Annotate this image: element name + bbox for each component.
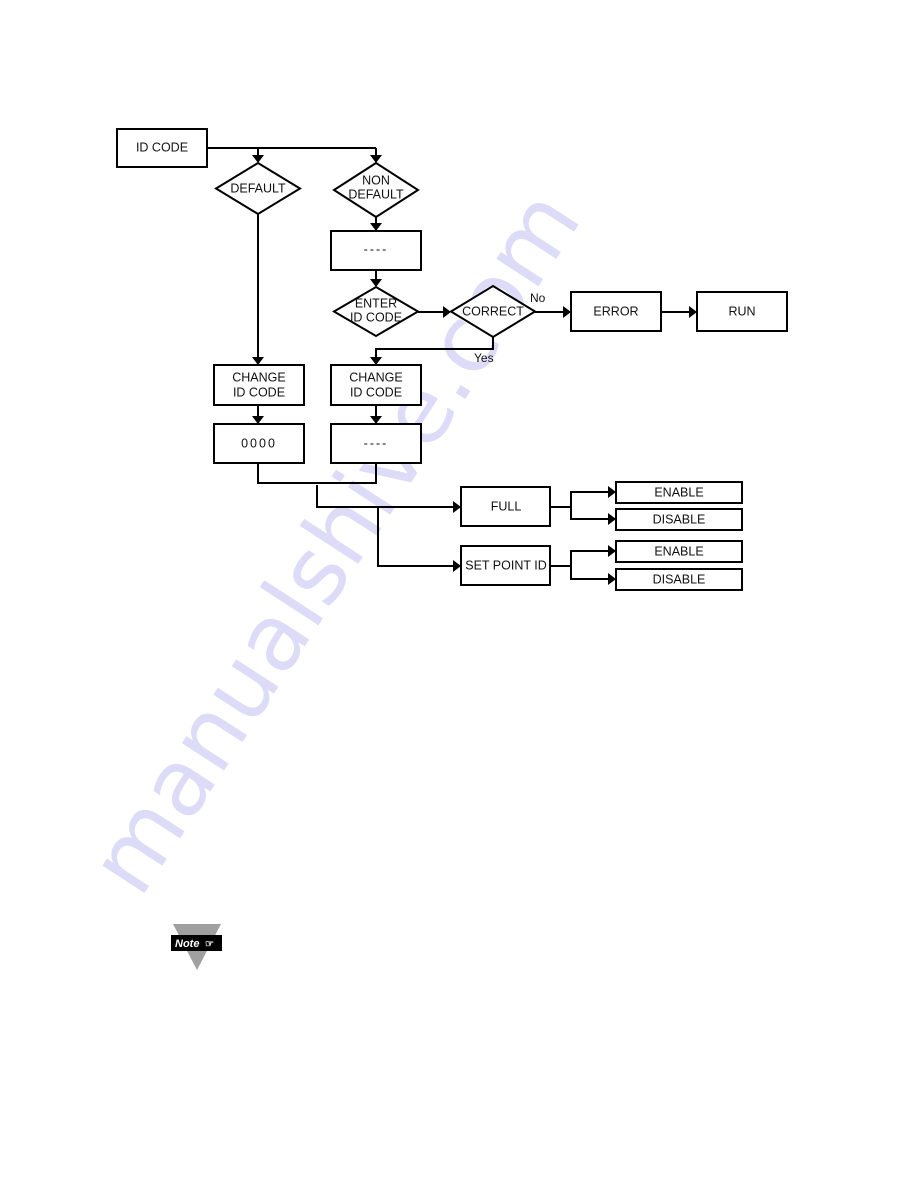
node-change-right-line2: ID CODE xyxy=(350,385,402,399)
arrow-to-spid-enable xyxy=(608,545,616,557)
node-non-default-line2: DEFAULT xyxy=(348,187,404,201)
node-spid-disable-label: DISABLE xyxy=(653,572,706,586)
node-non-default-line1: NON xyxy=(362,173,390,187)
node-id-code-label: ID CODE xyxy=(136,140,188,154)
node-enter-id-code: ENTER ID CODE xyxy=(332,285,420,338)
node-spid-enable: ENABLE xyxy=(615,540,743,563)
connector-spid-branch xyxy=(570,550,609,580)
node-change-left-line2: ID CODE xyxy=(233,385,285,399)
node-change-id-code-left: CHANGE ID CODE xyxy=(213,364,305,406)
arrow-to-change-right xyxy=(370,357,382,365)
node-correct-label: CORRECT xyxy=(462,304,524,318)
node-blank-display-2-label: ---- xyxy=(364,436,389,450)
arrow-to-blank-1 xyxy=(370,223,382,231)
flowchart-canvas: manualshive.com ID CODE DEFAULT NON DEFA… xyxy=(69,128,788,970)
arrow-to-spid-disable xyxy=(608,573,616,585)
arrow-to-enter xyxy=(370,279,382,287)
edge-label-no: No xyxy=(530,291,546,305)
arrow-to-error xyxy=(563,306,571,318)
node-full-enable-label: ENABLE xyxy=(654,485,703,499)
node-full: FULL xyxy=(460,486,551,527)
arrow-to-default xyxy=(252,155,264,163)
node-blank-display-1: ---- xyxy=(330,230,422,271)
node-spid-enable-label: ENABLE xyxy=(654,544,703,558)
node-error: ERROR xyxy=(570,291,662,332)
node-full-label: FULL xyxy=(491,499,522,513)
node-set-point-id-label: SET POINT ID xyxy=(465,558,547,572)
node-blank-display-1-label: ---- xyxy=(364,242,389,256)
arrow-to-non-default xyxy=(370,155,382,163)
arrow-to-run xyxy=(689,306,697,318)
node-full-disable: DISABLE xyxy=(615,508,743,531)
node-change-left-line1: CHANGE xyxy=(232,370,285,384)
node-change-id-code-right: CHANGE ID CODE xyxy=(330,364,422,406)
node-enter-id-code-line2: ID CODE xyxy=(350,310,402,324)
node-spid-disable: DISABLE xyxy=(615,568,743,591)
node-run: RUN xyxy=(696,291,788,332)
arrow-to-full-disable xyxy=(608,513,616,525)
connector-full-branch xyxy=(570,491,609,520)
edge-label-yes: Yes xyxy=(474,351,494,365)
node-default-label: DEFAULT xyxy=(230,181,286,195)
node-zero-display: 0000 xyxy=(213,423,305,464)
arrow-to-change-left xyxy=(252,357,264,365)
arrow-to-zero xyxy=(252,416,264,424)
node-full-enable: ENABLE xyxy=(615,481,743,504)
pointing-hand-icon: ☞ xyxy=(205,939,214,950)
arrow-to-full xyxy=(453,501,461,513)
node-id-code: ID CODE xyxy=(116,128,208,168)
node-change-right-line1: CHANGE xyxy=(349,370,402,384)
node-full-disable-label: DISABLE xyxy=(653,512,706,526)
node-error-label: ERROR xyxy=(593,304,638,318)
arrow-to-full-enable xyxy=(608,486,616,498)
note-label: Note xyxy=(175,938,199,950)
watermark: manualshive.com xyxy=(69,172,602,912)
node-zero-display-label: 0000 xyxy=(241,436,277,450)
node-run-label: RUN xyxy=(728,304,755,318)
node-blank-display-2: ---- xyxy=(330,423,422,464)
arrow-to-spid xyxy=(453,560,461,572)
note-icon: Note ☞ xyxy=(171,924,222,970)
node-enter-id-code-line1: ENTER xyxy=(355,296,397,310)
node-non-default: NON DEFAULT xyxy=(332,161,420,219)
node-default: DEFAULT xyxy=(214,161,302,216)
node-set-point-id: SET POINT ID xyxy=(460,545,551,586)
